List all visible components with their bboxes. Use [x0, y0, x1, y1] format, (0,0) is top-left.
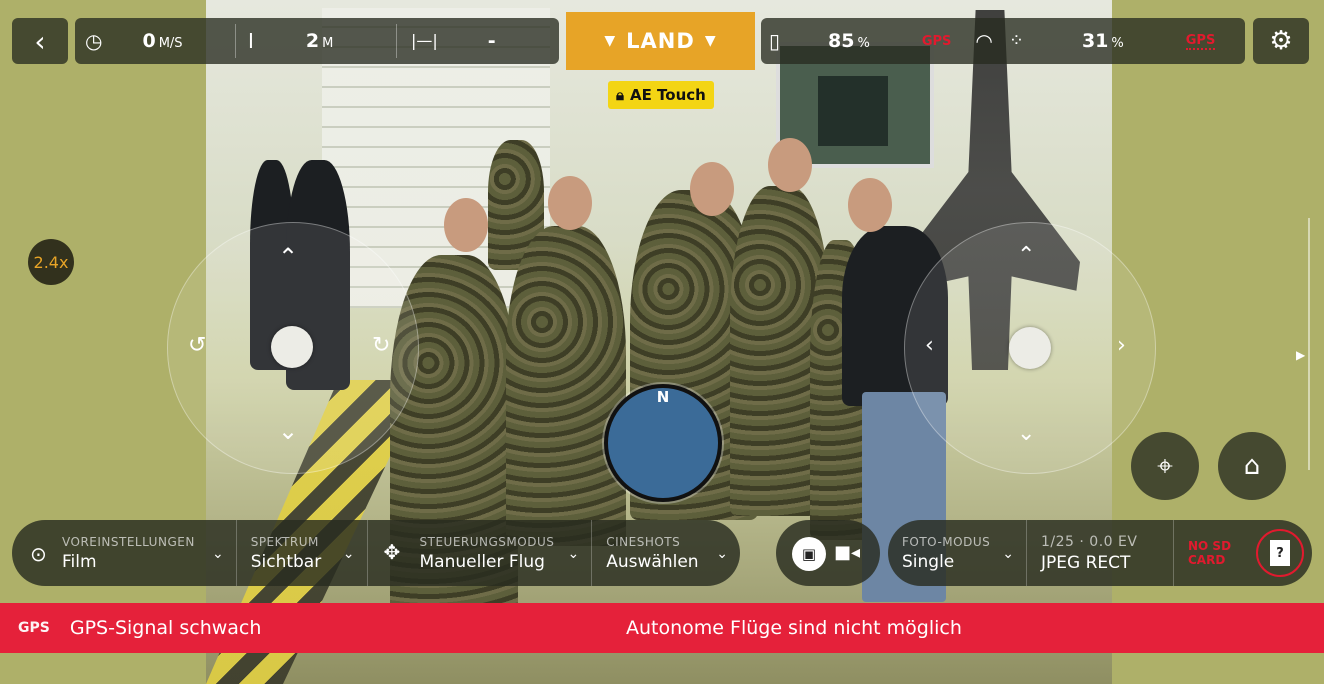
face: [548, 176, 592, 230]
soldier: [506, 226, 626, 546]
settings-button[interactable]: ⚙︎: [1253, 18, 1309, 64]
gps-indicator: GPS: [921, 33, 952, 49]
voreinstellungen-dropdown[interactable]: ⊙ VOREINSTELLUNGEN Film ⌄: [12, 520, 236, 586]
right-joystick[interactable]: ⌃ ⌄ ‹ ›: [904, 222, 1156, 474]
ae-touch-badge[interactable]: 🔒︎ AE Touch: [608, 81, 714, 109]
altitude-value: 2M: [305, 30, 334, 52]
sd-card-icon: ?: [1256, 529, 1304, 577]
speedometer-icon: ◷: [85, 29, 103, 53]
land-button[interactable]: ▼ LAND ▼: [566, 12, 755, 70]
camera-settings-bar: FOTO-MODUS Single ⌄ 1/25 · 0.0 EV JPEG R…: [888, 520, 1312, 586]
gear-icon: ⚙︎: [1269, 26, 1293, 56]
compass-map[interactable]: N: [604, 384, 722, 502]
video-camera-icon[interactable]: ■◂: [834, 542, 860, 563]
exposure-settings[interactable]: 1/25 · 0.0 EV JPEG RECT: [1027, 520, 1173, 586]
chevron-up-icon: ⌃: [1017, 243, 1036, 268]
autonomous-warning-text: Autonome Flüge sind nicht möglich: [626, 617, 962, 639]
chevron-left-icon: ‹: [34, 24, 46, 58]
right-joystick-knob[interactable]: [1009, 327, 1051, 369]
chevron-left-icon: ‹: [925, 333, 934, 358]
face: [768, 138, 812, 192]
face: [848, 178, 892, 232]
left-joystick-knob[interactable]: [271, 326, 313, 368]
zoom-indicator[interactable]: 2.4x: [28, 239, 74, 285]
camera-view[interactable]: ‹ ◷ 0 M/S I 2M |—| - ▼ LAND ▼ 🔒︎ AE Touch…: [0, 0, 1324, 684]
phone-battery-icon: ▯: [769, 29, 781, 53]
ae-touch-label: AE Touch: [629, 86, 706, 104]
chevron-down-icon: ⌄: [567, 546, 580, 562]
gps-warning-text: GPS-Signal schwach: [69, 617, 262, 639]
drone-battery-value: 31%: [1081, 30, 1124, 52]
back-button[interactable]: ‹: [12, 18, 68, 64]
rotate-left-icon: ↺: [188, 333, 207, 358]
chevron-right-icon: ›: [1117, 333, 1126, 358]
face: [690, 162, 734, 216]
cineshots-dropdown[interactable]: CINESHOTS Auswählen ⌄: [592, 520, 740, 586]
sd-card-status[interactable]: NO SD CARD ?: [1174, 520, 1312, 586]
phone-battery-value: 85%: [828, 30, 870, 52]
land-label: LAND: [626, 29, 695, 53]
distance-value: -: [487, 30, 496, 52]
preset-icon: ⊙: [30, 542, 47, 566]
drone-battery-icon: ⁘: [1008, 30, 1024, 51]
gps-tag: GPS: [18, 620, 50, 636]
wifi-icon: ◠: [975, 29, 993, 53]
exposure-slider[interactable]: ▶: [1296, 218, 1324, 470]
left-joystick[interactable]: ⌃ ⌄ ↺ ↻: [167, 222, 419, 474]
distance-icon: |—|: [411, 31, 438, 50]
lock-icon: 🔒︎: [616, 86, 624, 104]
chevron-down-icon: ⌄: [211, 546, 224, 562]
foto-modus-dropdown[interactable]: FOTO-MODUS Single ⌄: [888, 520, 1026, 586]
chevron-down-icon: ⌄: [1017, 421, 1036, 446]
status-bar: ▯ 85% GPS ◠ ⁘ 31% GPS: [761, 18, 1245, 64]
return-home-button[interactable]: ⌂: [1218, 432, 1286, 500]
gps-status-indicator: GPS: [1185, 32, 1216, 50]
speed-value: 0 M/S: [142, 30, 183, 52]
triangle-down-icon: ▼: [704, 33, 717, 49]
locate-button[interactable]: ⌖: [1131, 432, 1199, 500]
home-icon: ⌂: [1243, 451, 1261, 481]
photo-video-toggle[interactable]: ▣ ■◂: [776, 520, 880, 586]
camera-icon[interactable]: ▣: [792, 537, 826, 571]
chevron-down-icon: ⌄: [342, 546, 355, 562]
crosshair-icon: ⌖: [1157, 449, 1173, 482]
telemetry-bar: ◷ 0 M/S I 2M |—| -: [75, 18, 559, 64]
chevron-down-icon: ⌄: [1002, 546, 1014, 562]
north-label: N: [656, 388, 670, 406]
gps-alert-bar: GPS GPS-Signal schwach Autonome Flüge si…: [0, 603, 1324, 653]
triangle-down-icon: ▼: [604, 33, 617, 49]
chevron-down-icon: ⌄: [278, 417, 299, 445]
flight-settings-bar: ⊙ VOREINSTELLUNGEN Film ⌄ SPEKTRUM Sicht…: [12, 520, 740, 586]
zoom-value: 2.4x: [33, 252, 69, 272]
steuerungsmodus-dropdown[interactable]: ✥ STEUERUNGSMODUS Manueller Flug ⌄: [368, 520, 592, 586]
chevron-down-icon: ⌄: [716, 546, 729, 562]
rotate-right-icon: ↻: [372, 333, 391, 358]
chevron-up-icon: ⌃: [278, 243, 299, 271]
slider-pointer-icon: ▶: [1296, 348, 1306, 362]
face: [444, 198, 488, 252]
spektrum-dropdown[interactable]: SPEKTRUM Sichtbar ⌄: [237, 520, 367, 586]
move-icon: ✥: [383, 540, 401, 564]
altitude-icon: I: [248, 29, 254, 53]
